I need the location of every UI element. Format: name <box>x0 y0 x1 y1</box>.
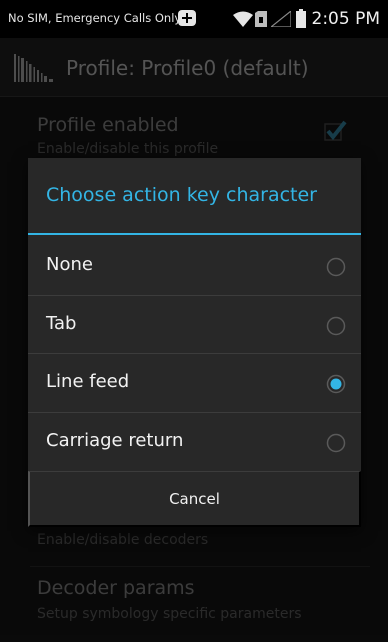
option-label: Line feed <box>46 371 130 392</box>
option-carriage-return[interactable]: Carriage return <box>28 413 361 471</box>
battery-icon <box>296 9 306 28</box>
radio-unselected-icon[interactable] <box>326 433 346 453</box>
option-line-feed[interactable]: Line feed <box>28 354 361 412</box>
radio-unselected-icon[interactable] <box>326 316 346 336</box>
radio-selected-icon[interactable] <box>326 374 346 394</box>
plus-icon <box>178 10 196 26</box>
option-tab[interactable]: Tab <box>28 296 361 354</box>
option-label: Carriage return <box>46 430 184 451</box>
status-bar: No SIM, Emergency Calls Only 2:05 PM <box>0 0 388 38</box>
dialog-title: Choose action key character <box>46 184 317 206</box>
carrier-status-text: No SIM, Emergency Calls Only <box>8 11 182 25</box>
option-none[interactable]: None <box>28 237 361 295</box>
screen: No SIM, Emergency Calls Only 2:05 PM Pro… <box>0 0 388 642</box>
option-label: None <box>46 254 93 275</box>
action-key-dialog: Choose action key character None Tab Lin… <box>28 158 361 527</box>
signal-icon <box>271 11 291 27</box>
radio-unselected-icon[interactable] <box>326 257 346 277</box>
option-label: Tab <box>46 313 77 334</box>
cancel-button[interactable]: Cancel <box>28 471 361 527</box>
dialog-title-divider <box>28 233 361 235</box>
wifi-icon <box>233 11 253 27</box>
sim-icon <box>255 11 267 27</box>
status-clock: 2:05 PM <box>311 9 381 29</box>
